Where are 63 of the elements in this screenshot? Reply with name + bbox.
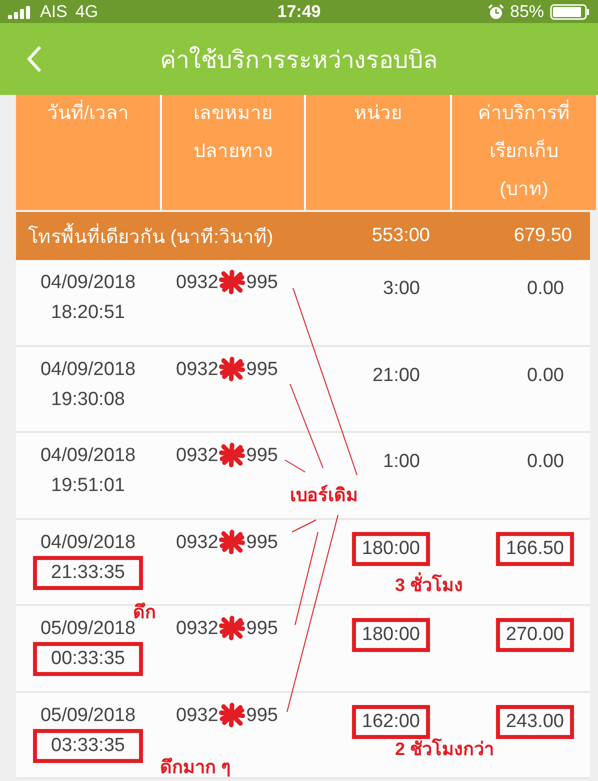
chevron-left-icon: [26, 44, 42, 74]
column-header: หน่วย: [306, 95, 450, 210]
number-start: 0932: [176, 358, 218, 380]
number-end: 995: [246, 272, 278, 294]
annotation-note: เบอร์เดิม: [290, 484, 358, 507]
call-time: 19:51:01: [50, 474, 126, 498]
summary-units: 553:00: [370, 225, 431, 247]
number-start: 0932: [176, 532, 218, 554]
annotation-note: 3 ชั่วโมง: [395, 570, 464, 599]
call-time: 03:33:35: [33, 728, 143, 762]
scribble-icon: [219, 702, 246, 728]
page-title: ค่าใช้บริการระหว่างรอบบิล: [159, 45, 439, 76]
column-header: ค่าบริการที่ เรียกเก็บ (บาท): [452, 95, 596, 210]
call-charge: 0.00: [526, 364, 565, 388]
carrier-name: AIS: [40, 2, 68, 22]
scribble-icon: [219, 269, 246, 295]
number-start: 0932: [176, 704, 218, 726]
number-end: 995: [246, 532, 278, 554]
call-date: 04/09/2018: [40, 272, 136, 294]
number-start: 0932: [176, 272, 218, 294]
call-units: 180:00: [352, 532, 430, 566]
call-units: 162:00: [352, 704, 430, 738]
battery-percent: 85%: [510, 2, 544, 22]
call-time: 00:33:35: [33, 642, 143, 676]
call-units: 180:00: [352, 618, 430, 652]
number-start: 0932: [176, 618, 218, 640]
alarm-icon: [488, 4, 504, 20]
call-date: 04/09/2018: [40, 532, 136, 554]
annotation-note: ดึก: [133, 601, 156, 622]
network-type: 4G: [75, 2, 98, 22]
number-end: 995: [246, 358, 278, 380]
annotation-note: 2 ชั่วโมงกว่า: [395, 737, 494, 761]
call-charge: 270.00: [496, 618, 574, 652]
call-date: 05/09/2018: [40, 704, 136, 726]
clock: 17:49: [277, 2, 321, 22]
scribble-icon: [219, 442, 246, 468]
signal-icon: [8, 4, 32, 18]
scribble-icon: [219, 615, 246, 641]
call-date: 04/09/2018: [40, 358, 136, 380]
call-charge: 0.00: [526, 277, 565, 301]
call-date: 04/09/2018: [40, 445, 136, 467]
column-header: เลขหมาย ปลายทาง: [162, 95, 304, 210]
number-end: 995: [246, 445, 278, 467]
number-end: 995: [246, 618, 278, 640]
scribble-icon: [219, 528, 246, 554]
scribble-icon: [219, 356, 246, 382]
number-end: 995: [246, 704, 278, 726]
battery-icon: [550, 4, 590, 20]
call-date: 05/09/2018: [40, 618, 136, 640]
call-charge: 0.00: [526, 450, 565, 474]
annotation-note: ดึกมาก ๆ: [160, 756, 232, 779]
call-charge: 166.50: [496, 532, 574, 566]
number-start: 0932: [176, 445, 218, 467]
call-time: 21:33:35: [33, 556, 143, 590]
call-charge: 243.00: [496, 704, 574, 738]
summary-label: โทรพื้นที่เดียวกัน (นาที:วินาที): [16, 221, 302, 251]
call-time: 18:20:51: [50, 301, 126, 325]
call-units: 21:00: [371, 364, 421, 388]
column-header: วันที่/เวลา: [16, 95, 160, 210]
call-time: 19:30:08: [50, 388, 126, 412]
call-units: 1:00: [382, 450, 421, 474]
summary-charge: 679.50: [512, 225, 573, 247]
call-units: 3:00: [382, 277, 421, 301]
